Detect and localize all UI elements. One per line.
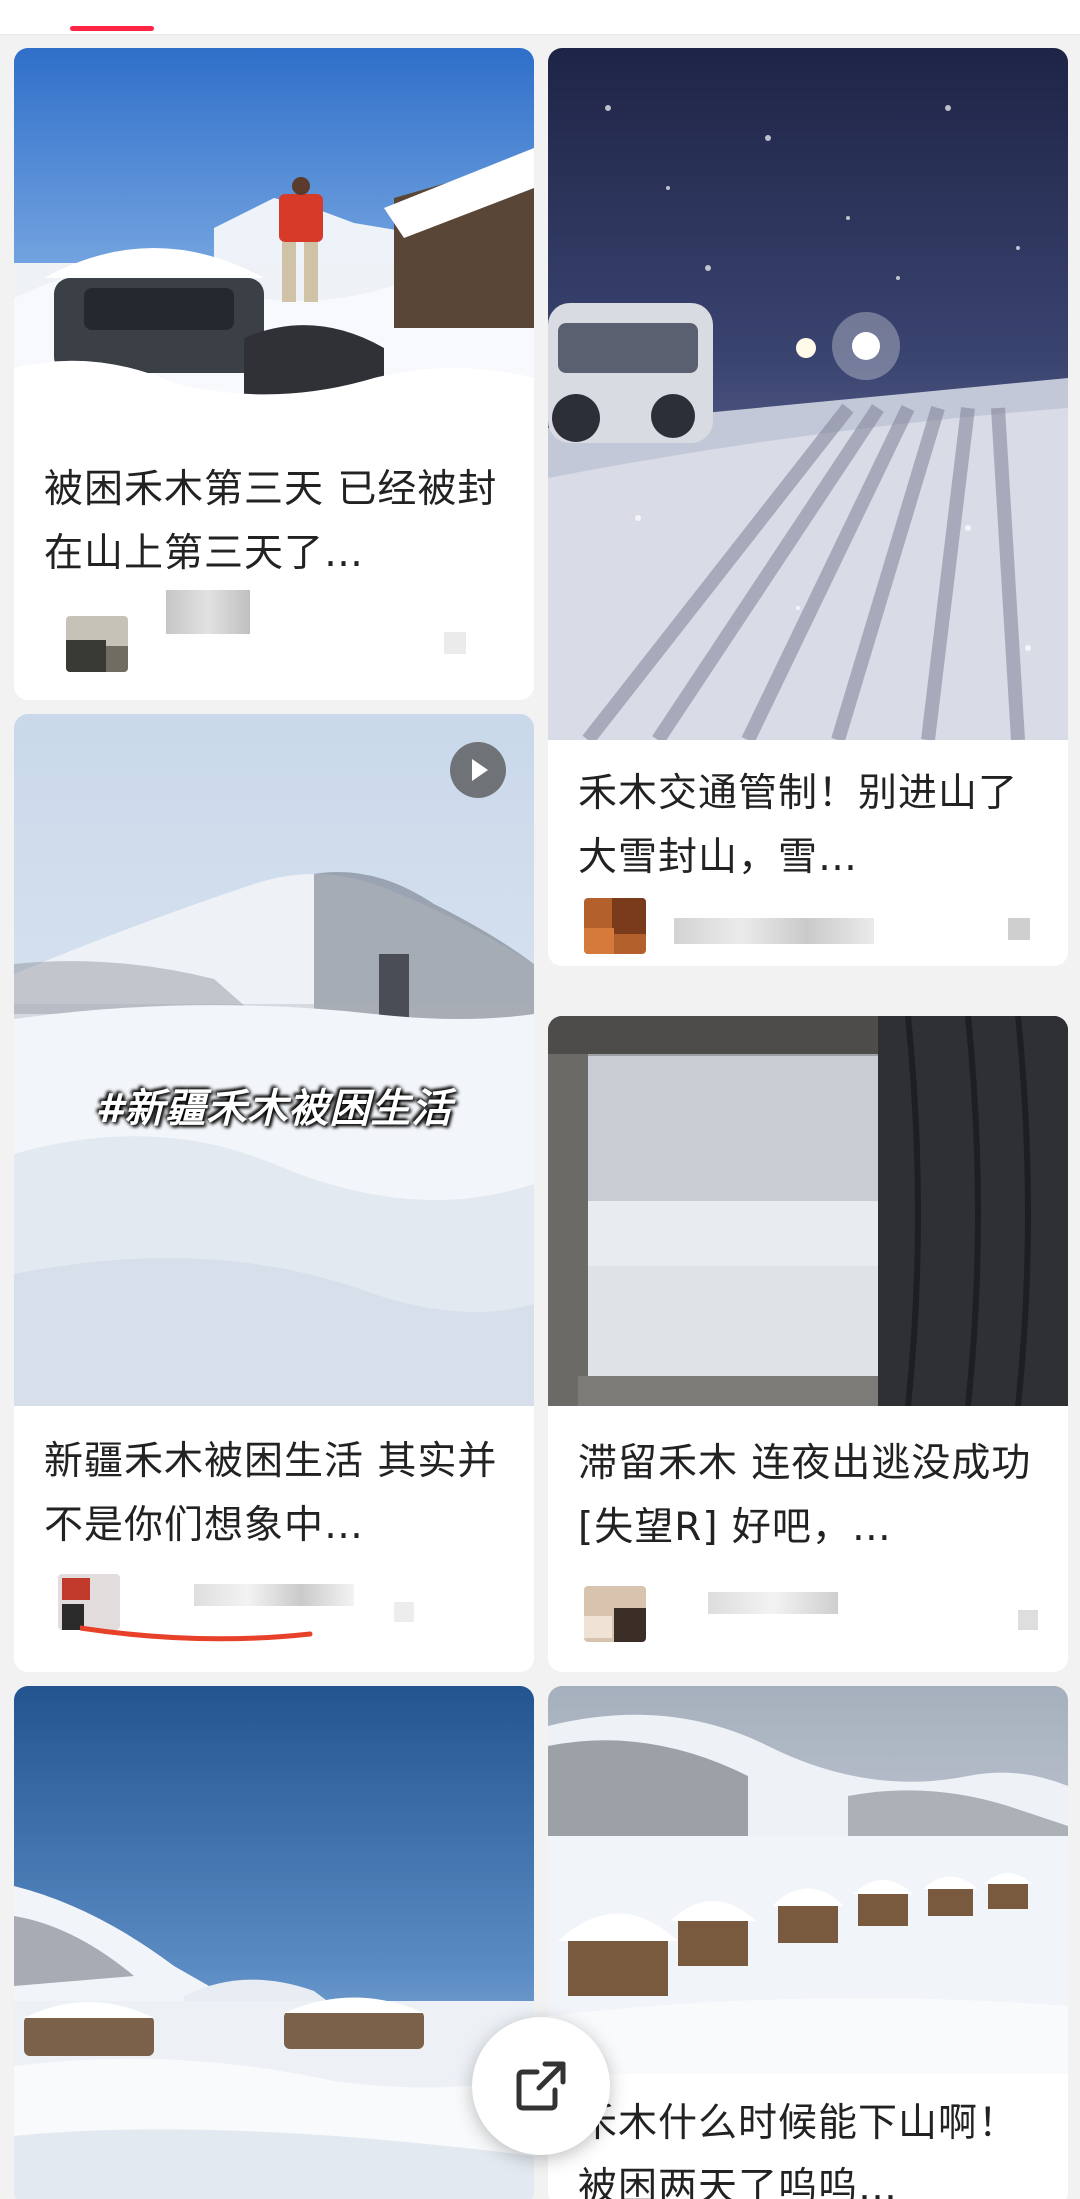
note-card-3[interactable]: #新疆禾木被困生活 新疆禾木被困生活 其实并不是你们想象中… <box>14 714 534 1672</box>
note-cover-image <box>14 48 534 438</box>
note-card-1[interactable]: 被困禾木第三天 已经被封在山上第三天了… <box>14 48 534 700</box>
note-card-4[interactable]: 滞留禾木 连夜出逃没成功[失望R] 好吧，… <box>548 1016 1068 1672</box>
note-cover-image <box>548 1016 1068 1406</box>
author-name-blurred <box>194 1584 354 1606</box>
note-card-5[interactable] <box>14 1686 534 2199</box>
like-count-blurred <box>1008 918 1030 940</box>
red-scribble-annotation <box>80 1625 313 1642</box>
play-icon <box>450 742 506 798</box>
author-name-blurred <box>674 918 874 944</box>
active-tab-indicator <box>70 26 154 31</box>
author-name-blurred <box>166 590 250 634</box>
note-title: 新疆禾木被困生活 其实并不是你们想象中… <box>44 1439 498 1548</box>
author-avatar <box>584 1586 646 1642</box>
note-cover-image <box>548 1686 1068 2074</box>
note-title: 禾木交通管制！别进山了 大雪封山，雪… <box>578 771 1019 880</box>
like-count-blurred <box>1018 1610 1038 1630</box>
note-title: 被困禾木第三天 已经被封在山上第三天了… <box>44 467 498 576</box>
note-cover-video: #新疆禾木被困生活 <box>14 714 534 1406</box>
note-card-6[interactable]: 禾木什么时候能下山啊！被困两天了呜呜… <box>548 1686 1068 2199</box>
video-overlay-caption: #新疆禾木被困生活 <box>95 1086 453 1132</box>
author-avatar <box>66 616 128 672</box>
share-icon <box>516 2061 566 2111</box>
note-card-2[interactable]: 禾木交通管制！别进山了 大雪封山，雪… <box>548 48 1068 966</box>
note-author-row[interactable] <box>578 1586 1042 1656</box>
note-title: 禾木什么时候能下山啊！被困两天了呜呜… <box>578 2101 1019 2199</box>
note-cover-image <box>14 1686 534 2199</box>
top-tab-bar <box>0 0 1080 35</box>
like-count-blurred <box>444 632 466 654</box>
note-cover-image <box>548 48 1068 740</box>
feed-page: 被困禾木第三天 已经被封在山上第三天了… 禾木交通管制！别进山了 大雪封山，雪…… <box>0 0 1080 2199</box>
note-title: 滞留禾木 连夜出逃没成功[失望R] 好吧，… <box>578 1441 1032 1550</box>
share-button[interactable] <box>472 2017 610 2155</box>
like-count-blurred <box>394 1602 414 1622</box>
note-author-row[interactable] <box>44 590 508 678</box>
author-avatar <box>584 898 646 954</box>
author-name-blurred <box>708 1592 838 1614</box>
note-author-row[interactable] <box>578 898 1042 966</box>
